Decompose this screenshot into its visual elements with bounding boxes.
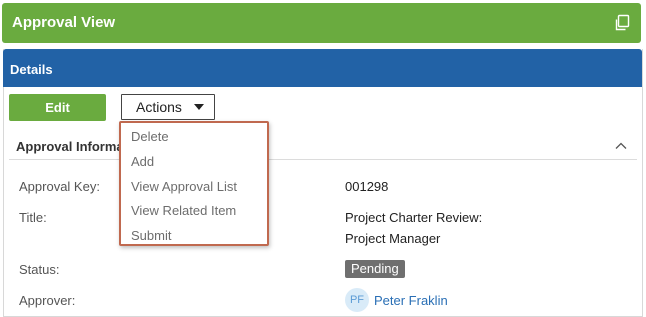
section-divider bbox=[9, 159, 637, 160]
approver-name-link[interactable]: Peter Fraklin bbox=[374, 293, 448, 308]
title-value-line1: Project Charter Review: bbox=[345, 210, 483, 225]
menu-item-add[interactable]: Add bbox=[131, 154, 154, 169]
status-label: Status: bbox=[19, 262, 60, 277]
panel-title: Details bbox=[10, 62, 53, 77]
menu-item-submit[interactable]: Submit bbox=[131, 228, 171, 243]
edit-button[interactable]: Edit bbox=[9, 94, 106, 121]
title-value-line2: Project Manager bbox=[345, 231, 441, 246]
title-label: Title: bbox=[19, 210, 47, 225]
avatar: PF bbox=[345, 288, 369, 312]
chevron-up-icon[interactable] bbox=[614, 139, 628, 153]
approver-label: Approver: bbox=[19, 293, 76, 308]
actions-dropdown-button[interactable]: Actions bbox=[121, 94, 215, 120]
section-title: Approval Information bbox=[16, 139, 126, 154]
menu-item-delete[interactable]: Delete bbox=[131, 129, 169, 144]
approval-key-value: 001298 bbox=[345, 179, 389, 194]
window-title-bar: Approval View bbox=[2, 3, 641, 43]
window-title: Approval View bbox=[12, 14, 116, 31]
popout-icon[interactable] bbox=[613, 14, 631, 32]
actions-menu: Delete Add View Approval List View Relat… bbox=[119, 121, 269, 246]
approver-field: PF Peter Fraklin bbox=[345, 288, 448, 312]
actions-label: Actions bbox=[136, 99, 182, 115]
caret-down-icon bbox=[194, 104, 204, 110]
menu-item-view-approval-list[interactable]: View Approval List bbox=[131, 179, 237, 194]
status-badge: Pending bbox=[345, 260, 405, 278]
approval-key-label: Approval Key: bbox=[19, 179, 100, 194]
menu-item-view-related-item[interactable]: View Related Item bbox=[131, 203, 236, 218]
details-panel-header: Details bbox=[3, 49, 642, 87]
